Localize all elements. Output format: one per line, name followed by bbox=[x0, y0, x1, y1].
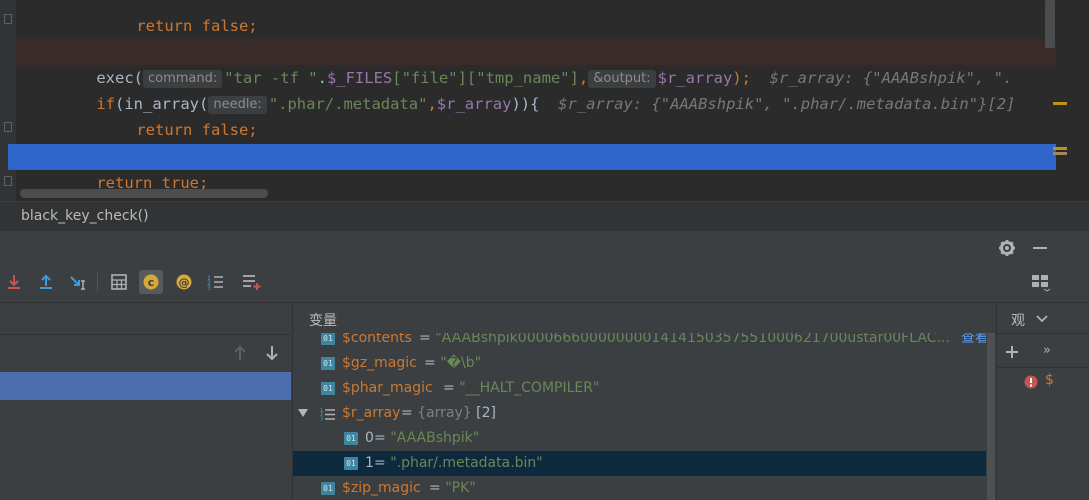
editor-horizontal-scrollbar[interactable] bbox=[20, 189, 268, 198]
variable-eq: = bbox=[374, 430, 390, 446]
variable-icon: 01 bbox=[321, 482, 335, 495]
gear-icon[interactable] bbox=[997, 238, 1017, 258]
expand-arrow-icon[interactable] bbox=[298, 409, 308, 417]
variables-list[interactable]: 01 $contents = "AAABshpik000066600000000… bbox=[293, 333, 995, 500]
variable-row-child-selected[interactable]: 01 1 = ".phar/.metadata.bin" bbox=[293, 451, 995, 476]
svg-text:c: c bbox=[148, 276, 155, 289]
variable-icon: 01 bbox=[321, 382, 335, 395]
run-to-cursor-icon[interactable] bbox=[66, 270, 90, 294]
step-out-icon[interactable] bbox=[34, 270, 58, 294]
variable-eq: = bbox=[374, 455, 390, 471]
variable-row[interactable]: 01 $zip_magic = "PK" bbox=[293, 476, 995, 500]
view-link[interactable]: 查看 bbox=[961, 333, 989, 351]
code-line-if-in-array[interactable]: if(in_array(needle: ".phar/.metadata",$r_… bbox=[16, 65, 1056, 91]
fold-marker[interactable] bbox=[4, 14, 12, 24]
watches-pane: 观 » $ bbox=[996, 302, 1089, 500]
variables-pane: 变量 01 $contents = "AAABshpik000066600000… bbox=[292, 302, 996, 500]
frames-nav bbox=[0, 335, 291, 372]
warning-marker[interactable] bbox=[1053, 102, 1067, 105]
svg-text:@: @ bbox=[179, 276, 190, 289]
variable-value-wrap: = "__HALT_COMPILER" bbox=[443, 376, 599, 401]
breadcrumb[interactable]: black_key_check() bbox=[21, 208, 149, 224]
arrow-up-icon[interactable] bbox=[230, 343, 250, 363]
variable-value: "AAABshpik" bbox=[390, 430, 479, 446]
variable-icon: 01 bbox=[344, 432, 358, 445]
variable-eq: = bbox=[429, 480, 445, 496]
arrow-down-icon[interactable] bbox=[262, 343, 282, 363]
variable-icon: 01 bbox=[321, 357, 335, 370]
warning-marker[interactable] bbox=[1053, 147, 1067, 150]
variable-value: "PK" bbox=[445, 480, 476, 496]
variable-value-wrap: = "AAABshpik0000666000000001414150357551… bbox=[419, 333, 949, 351]
breadcrumb-bar: black_key_check() bbox=[0, 201, 1089, 232]
show-constants-icon[interactable]: c bbox=[139, 270, 163, 294]
frames-pane bbox=[0, 302, 291, 500]
array-icon: 123 bbox=[320, 407, 334, 420]
variable-row[interactable]: 01 $phar_magic = "__HALT_COMPILER" bbox=[293, 376, 995, 401]
evaluate-expression-icon[interactable] bbox=[107, 270, 131, 294]
variable-name: 1 bbox=[365, 451, 374, 476]
code-line-return-false-top[interactable]: return false; bbox=[16, 0, 1056, 13]
chevron-down-icon[interactable] bbox=[1035, 310, 1049, 329]
fold-marker[interactable] bbox=[4, 122, 12, 132]
fold-marker[interactable] bbox=[4, 176, 12, 186]
variable-value-wrap: = " �\b" bbox=[424, 351, 481, 376]
variable-icon: 01 bbox=[344, 457, 358, 470]
add-watch-icon[interactable] bbox=[240, 270, 264, 294]
variable-name: $r_array bbox=[342, 401, 400, 426]
variable-name: 0 bbox=[365, 426, 374, 451]
svg-text:3: 3 bbox=[207, 285, 211, 291]
variable-value: ".phar/.metadata.bin" bbox=[390, 455, 543, 471]
minimize-icon[interactable] bbox=[1030, 238, 1050, 258]
variable-row[interactable]: 01 $gz_magic = " �\b" bbox=[293, 351, 995, 376]
more-chevron-icon[interactable]: » bbox=[1043, 343, 1051, 358]
frame-item-selected[interactable] bbox=[0, 372, 291, 400]
variable-value: "__HALT_COMPILER" bbox=[459, 380, 599, 396]
variable-value: "AAABshpik000066600000000141415035755100… bbox=[435, 333, 949, 346]
variable-row[interactable]: 01 $contents = "AAABshpik000066600000000… bbox=[293, 333, 995, 351]
code-editor[interactable]: return false; } exec(command:"tar -tf ".… bbox=[0, 0, 1089, 201]
variable-name: $contents bbox=[342, 333, 412, 351]
variable-value-wrap: = "AAABshpik" bbox=[374, 426, 479, 451]
variable-eq: = bbox=[443, 380, 459, 396]
variable-row-child[interactable]: 01 0 = "AAABshpik" bbox=[293, 426, 995, 451]
watches-title: 观 bbox=[1011, 310, 1025, 330]
variable-value-wrap: = ".phar/.metadata.bin" bbox=[374, 451, 543, 476]
variable-eq: = bbox=[419, 333, 435, 346]
error-stripe bbox=[1056, 0, 1089, 201]
debug-tool-window: c @ 123 变量 01 $contents = "AAABshpik0000… bbox=[0, 232, 1089, 500]
variable-name: $zip_magic bbox=[342, 476, 421, 500]
code-line-close-brace[interactable]: } bbox=[16, 13, 1056, 39]
editor-vertical-scrollbar[interactable] bbox=[1045, 0, 1055, 48]
step-into-icon[interactable] bbox=[2, 270, 26, 294]
code-line-return-false[interactable]: return false; bbox=[16, 91, 1056, 117]
variable-type: {array} bbox=[417, 405, 472, 421]
error-icon bbox=[1024, 374, 1038, 393]
variable-name: $gz_magic bbox=[342, 351, 417, 376]
frames-header bbox=[0, 303, 291, 335]
variable-value-wrap: = {array} [2] bbox=[401, 401, 496, 426]
add-icon[interactable] bbox=[1005, 344, 1019, 363]
variable-eq: = bbox=[401, 405, 417, 421]
list-icon[interactable]: 123 bbox=[204, 270, 228, 294]
show-statics-icon[interactable]: @ bbox=[172, 270, 196, 294]
code-line-return-true-current[interactable]: return true; bbox=[8, 144, 1056, 170]
variable-icon: 01 bbox=[321, 333, 335, 345]
variables-title: 变量 bbox=[309, 310, 337, 330]
editor-gutter bbox=[0, 0, 16, 201]
variable-value-wrap: = "PK" bbox=[429, 476, 476, 500]
svg-text:3: 3 bbox=[320, 417, 323, 422]
code-line-exec[interactable]: exec(command: "tar -tf ".$_FILES["file"][… bbox=[16, 39, 1056, 65]
variable-name: $phar_magic bbox=[342, 376, 433, 401]
variable-count: [2] bbox=[476, 405, 496, 421]
watch-item[interactable]: $ bbox=[1045, 372, 1054, 388]
variable-value: " �\b" bbox=[440, 355, 481, 371]
variable-eq: = bbox=[424, 355, 440, 371]
variables-scrollbar[interactable] bbox=[986, 333, 996, 500]
debug-toolbar: c @ 123 bbox=[0, 270, 290, 296]
variable-row-expanded[interactable]: 123 $r_array = {array} [2] bbox=[293, 401, 995, 426]
code-line-close-brace[interactable]: } bbox=[16, 117, 1056, 143]
layout-icon[interactable] bbox=[1030, 272, 1050, 296]
warning-marker[interactable] bbox=[1053, 152, 1067, 155]
